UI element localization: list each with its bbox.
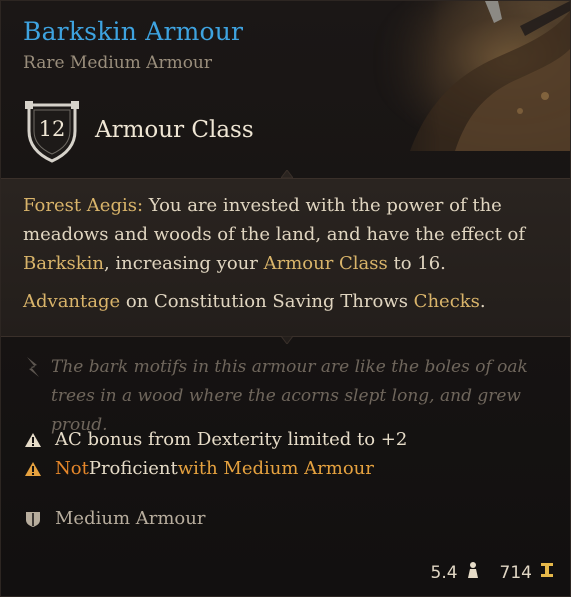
shield-icon: 12 — [23, 97, 81, 163]
checks-link[interactable]: Checks — [414, 291, 480, 312]
description-text: to 16. — [387, 253, 446, 274]
armour-type-text: Medium Armour — [55, 508, 206, 529]
gold-value: 714 — [499, 562, 532, 583]
weight-icon — [466, 561, 480, 584]
dex-limit-text: AC bonus from Dexterity limited to +2 — [55, 429, 408, 450]
armour-class-label: Armour Class — [95, 117, 254, 143]
not-label: Not — [55, 458, 89, 479]
description-advantage: Advantage on Constitution Saving Throws … — [23, 287, 550, 316]
advantage-link[interactable]: Advantage — [23, 291, 120, 312]
warning-icon — [23, 459, 43, 479]
description-block: Forest Aegis: You are invested with the … — [1, 179, 570, 336]
flavor-text-row: The bark motifs in this armour are like … — [23, 353, 543, 440]
description-text: . — [479, 291, 486, 312]
item-rarity: Rare Medium Armour — [23, 53, 213, 73]
armour-class-row: 12 Armour Class — [23, 97, 254, 163]
description-text: on Constitution Saving Throws — [120, 291, 414, 312]
proficient-label: Proficient — [88, 458, 178, 479]
divider-notch-top — [281, 170, 293, 178]
item-name: Barkskin Armour — [23, 17, 244, 46]
armour-type-row: Medium Armour — [23, 508, 205, 529]
armour-class-link[interactable]: Armour Class — [264, 253, 388, 274]
divider-notch-bottom — [281, 336, 293, 344]
passive-name: Forest Aegis: — [23, 195, 144, 216]
warning-icon — [23, 430, 43, 450]
description-text: , increasing your — [103, 253, 264, 274]
gold-icon — [540, 561, 554, 584]
barkskin-link[interactable]: Barkskin — [23, 253, 104, 274]
item-portrait — [370, 1, 570, 151]
flavor-text: The bark motifs in this armour are like … — [51, 357, 528, 435]
armour-class-value: 12 — [38, 117, 66, 141]
item-footer: 5.4 714 — [431, 561, 555, 584]
weight-value: 5.4 — [430, 562, 458, 583]
quill-icon — [23, 355, 43, 440]
medium-armour-warning: with Medium Armour — [177, 458, 374, 479]
armour-type-icon — [23, 509, 43, 529]
item-tooltip: Barkskin Armour Rare Medium Armour 12 Ar… — [0, 0, 571, 597]
dex-limit-row: AC bonus from Dexterity limited to +2 — [23, 429, 407, 450]
description-passive: Forest Aegis: You are invested with the … — [23, 191, 550, 278]
proficiency-row: Not Proficient with Medium Armour — [23, 458, 374, 479]
